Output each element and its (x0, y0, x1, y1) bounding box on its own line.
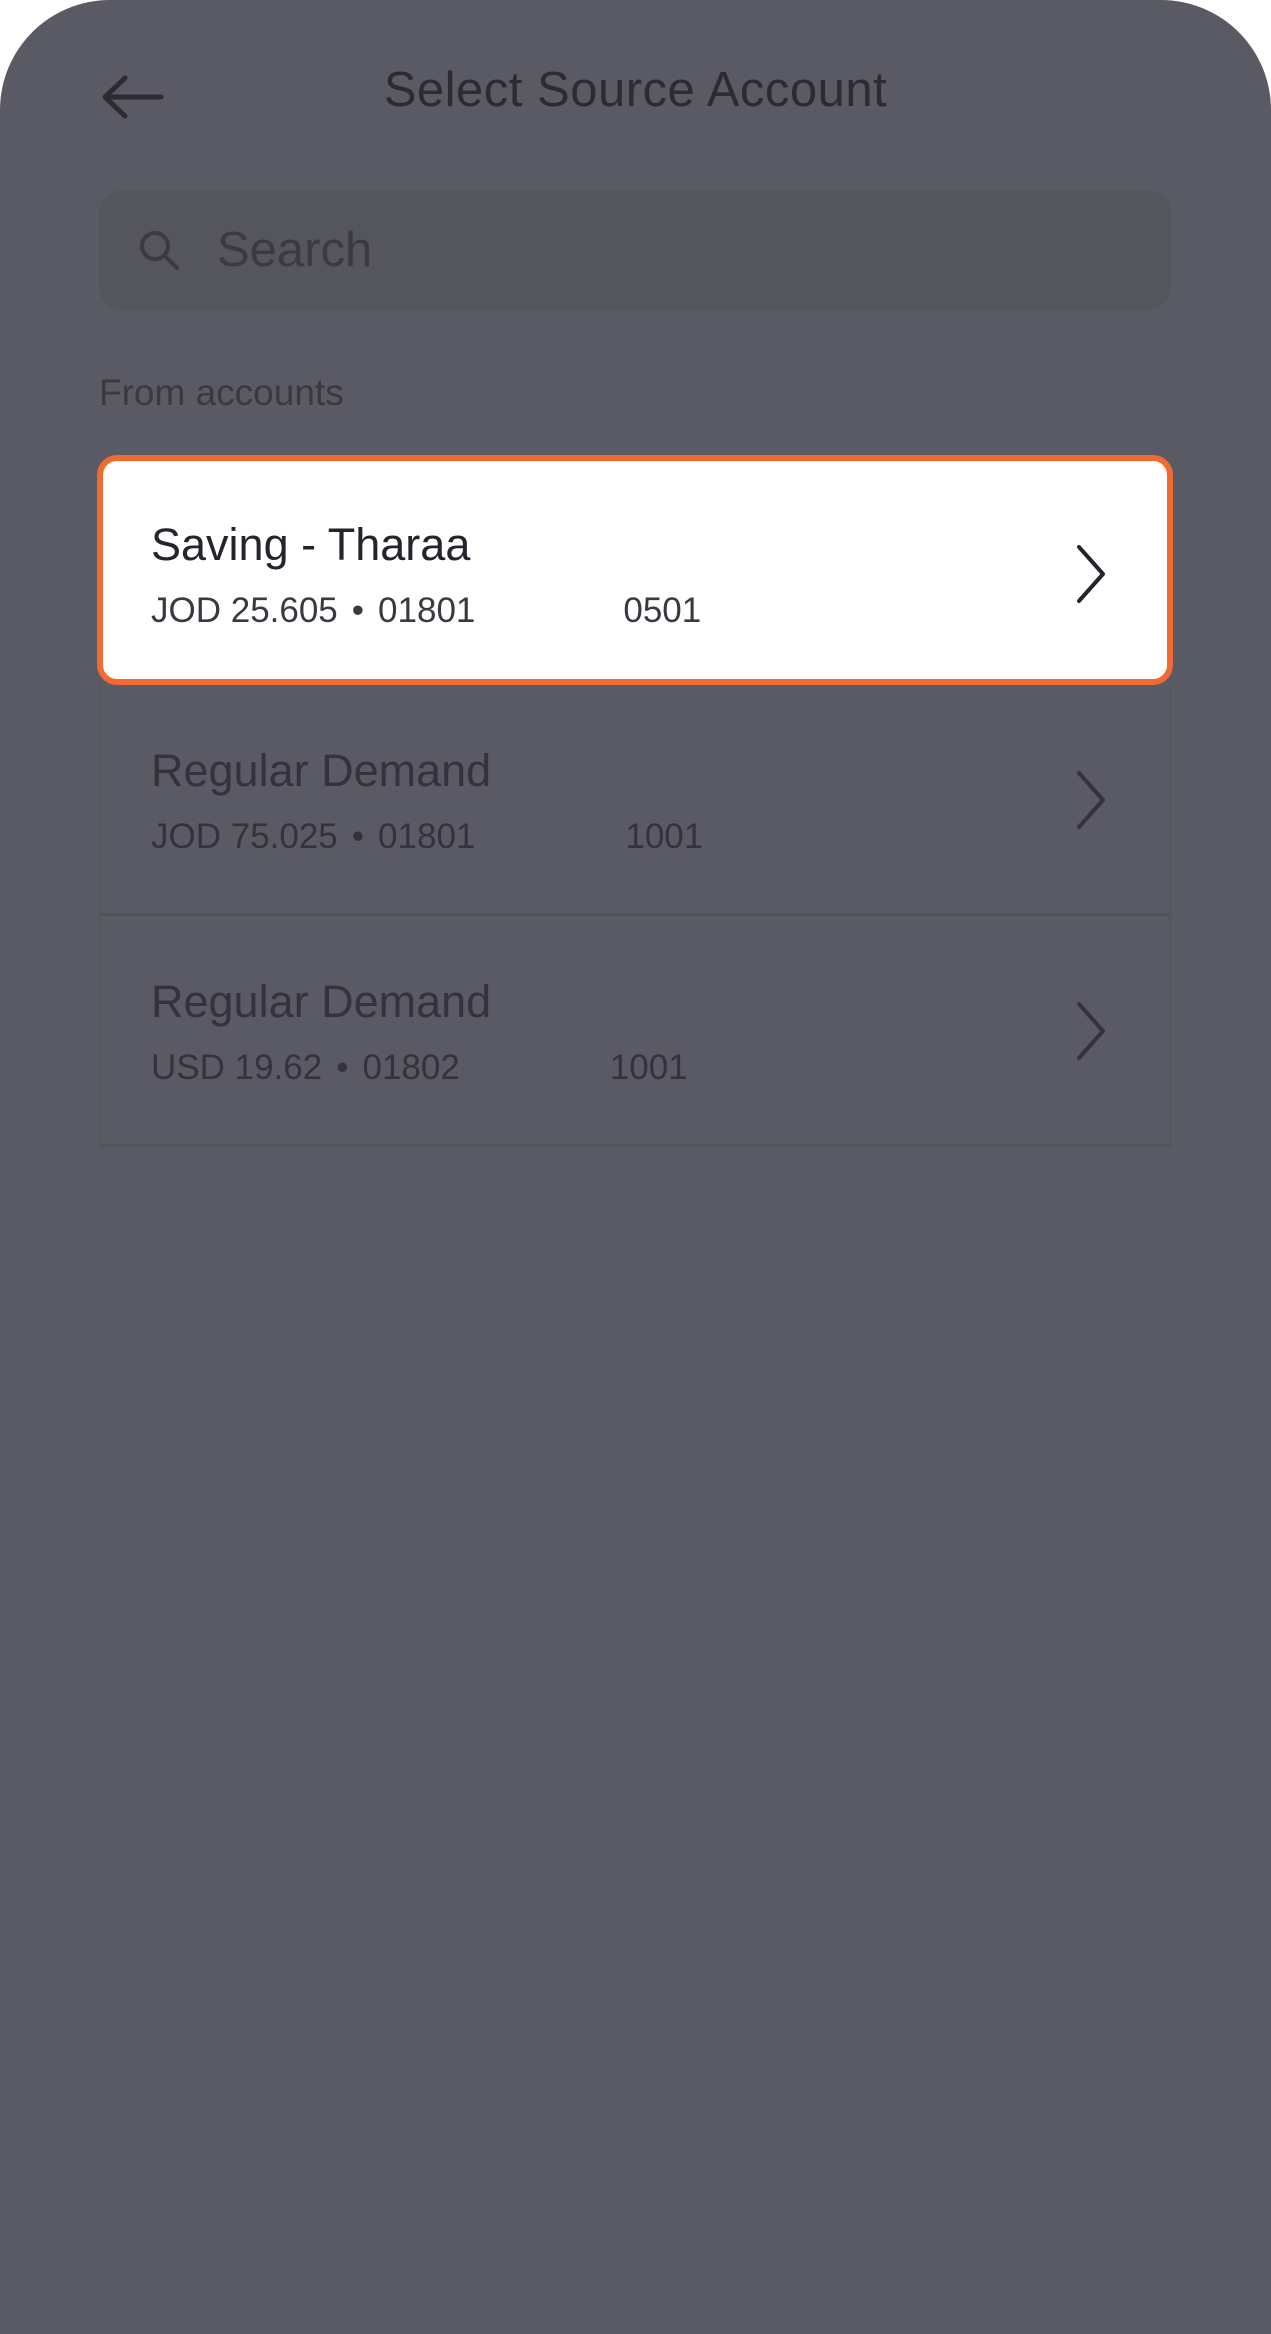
account-branch: 01802 (362, 1048, 460, 1087)
section-label: From accounts (99, 372, 344, 413)
account-suffix: 1001 (625, 817, 704, 856)
search-icon (140, 231, 179, 270)
page-title: Select Source Account (383, 63, 888, 117)
account-details: JOD 25.605 • 01801 0501 (151, 591, 701, 631)
account-details: USD 19.62 • 01802 1001 (151, 1048, 688, 1088)
account-name: Regular Demand (151, 745, 492, 796)
search-box[interactable] (99, 190, 1171, 310)
header: Select Source Account (0, 0, 1271, 190)
account-branch: 01801 (378, 591, 476, 630)
account-branch: 01801 (378, 817, 476, 856)
account-balance: JOD 25.605 (151, 591, 338, 630)
chevron-right-icon (1077, 771, 1105, 829)
account-details: JOD 75.025 • 01801 1001 (151, 817, 703, 857)
chevron-right-icon (1077, 1002, 1105, 1060)
chevron-right-icon (1077, 545, 1105, 603)
bullet-separator: • (351, 591, 365, 630)
account-item-selected[interactable]: Saving - Tharaa JOD 25.605 • 01801 0501 (97, 455, 1173, 685)
account-suffix: 0501 (623, 591, 702, 630)
account-item[interactable]: Regular Demand USD 19.62 • 01802 1001 (99, 916, 1171, 1147)
bullet-separator: • (336, 1048, 349, 1087)
account-balance: USD 19.62 (151, 1048, 323, 1087)
account-list: Saving - Tharaa JOD 25.605 • 01801 0501 Reg… (97, 455, 1173, 1147)
bullet-separator: • (351, 817, 365, 856)
screen: Select Source Account From accounts Savi… (0, 0, 1271, 2334)
search-input[interactable] (217, 190, 1117, 310)
account-item[interactable]: Regular Demand JOD 75.025 • 01801 1001 (99, 685, 1171, 916)
account-balance: JOD 75.025 (151, 817, 338, 856)
account-suffix: 1001 (609, 1048, 688, 1087)
account-name: Regular Demand (151, 976, 492, 1027)
account-name: Saving - Tharaa (151, 519, 471, 570)
